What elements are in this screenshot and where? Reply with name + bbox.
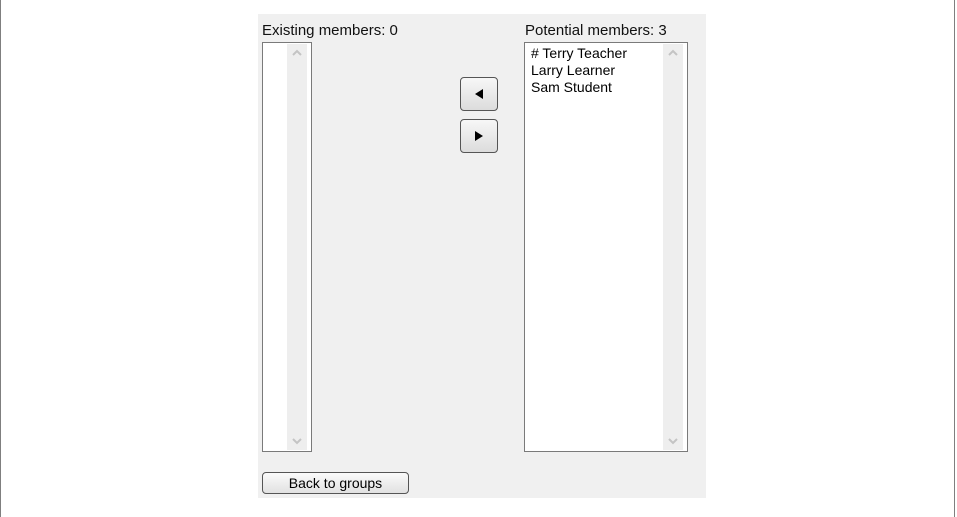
scroll-down-button[interactable] <box>663 432 683 450</box>
list-item[interactable]: Larry Learner <box>531 62 635 79</box>
list-item[interactable]: # Terry Teacher <box>531 45 635 62</box>
potential-list-scrollbar[interactable] <box>663 44 683 450</box>
scroll-down-button[interactable] <box>287 432 307 450</box>
list-item[interactable]: Sam Student <box>531 79 635 96</box>
existing-members-caption: Existing members: 0 <box>262 22 398 39</box>
chevron-down-icon <box>292 438 302 445</box>
left-arrow-icon <box>475 89 483 99</box>
potential-members-list[interactable]: # Terry Teacher Larry Learner Sam Student <box>524 42 688 452</box>
add-member-button[interactable] <box>460 77 498 111</box>
chevron-down-icon <box>668 438 678 445</box>
scroll-up-button[interactable] <box>663 44 683 62</box>
scroll-up-button[interactable] <box>287 44 307 62</box>
existing-members-list[interactable] <box>262 42 312 452</box>
potential-members-caption: Potential members: 3 <box>525 22 667 39</box>
back-to-groups-button[interactable]: Back to groups <box>262 472 409 494</box>
potential-members-items: # Terry Teacher Larry Learner Sam Student <box>531 45 635 96</box>
chevron-up-icon <box>292 49 302 56</box>
existing-list-scrollbar[interactable] <box>287 44 307 450</box>
remove-member-button[interactable] <box>460 119 498 153</box>
chevron-up-icon <box>668 49 678 56</box>
right-arrow-icon <box>475 131 483 141</box>
